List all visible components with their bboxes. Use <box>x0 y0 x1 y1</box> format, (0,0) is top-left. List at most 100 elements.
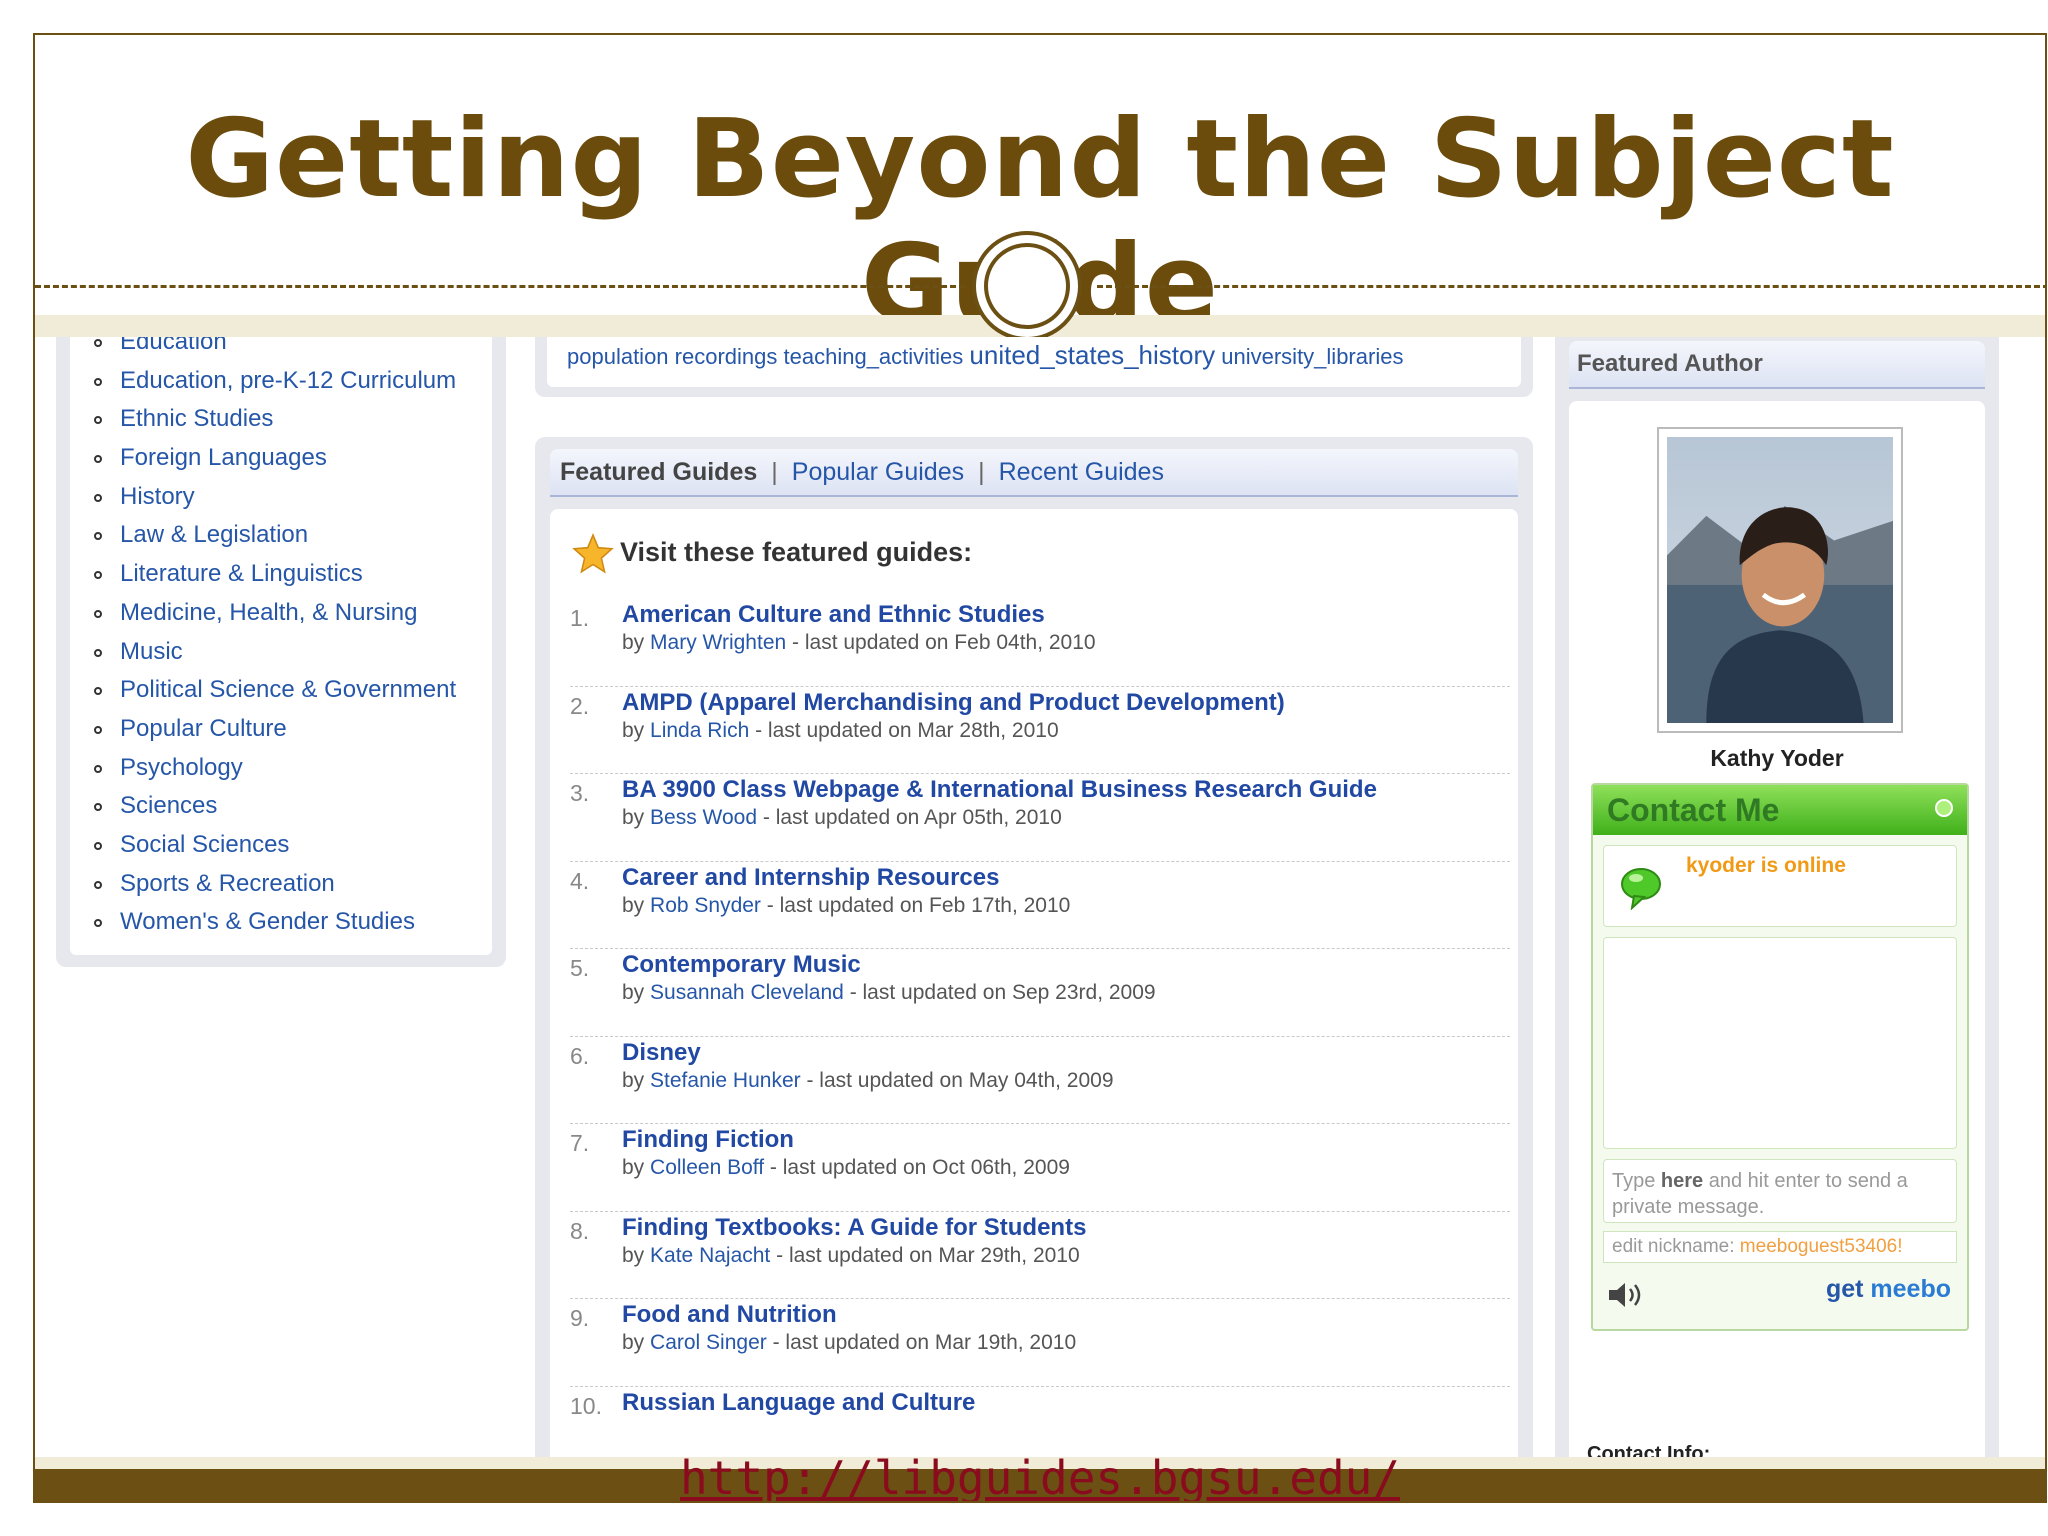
subject-link[interactable]: Women's & Gender Studies <box>90 903 456 942</box>
tag-link[interactable]: teaching_activities <box>784 344 964 369</box>
divider-left <box>35 285 965 288</box>
guide-author-link[interactable]: Rob Snyder <box>650 894 761 917</box>
tab-separator: | <box>771 458 778 486</box>
featured-author-body: Kathy Yoder Contact Me kyoder is online <box>1569 401 1985 1457</box>
guide-meta: by Rob Snyder - last updated on Feb 17th… <box>622 894 1070 918</box>
tab-recent-guides[interactable]: Recent Guides <box>999 458 1164 486</box>
get-meebo-get: get <box>1825 1275 1864 1303</box>
subject-link[interactable]: Political Science & Government <box>90 671 456 710</box>
guide-item: 1. American Culture and Ethnic Studies by … <box>570 599 1510 687</box>
tab-popular-guides[interactable]: Popular Guides <box>792 458 964 486</box>
subject-link[interactable]: Medicine, Health, & Nursing <box>90 594 456 633</box>
subject-link[interactable]: Social Sciences <box>90 826 456 865</box>
chat-log <box>1603 937 1957 1149</box>
guide-meta: by Linda Rich - last updated on Mar 28th… <box>622 719 1059 743</box>
guide-number: 9. <box>570 1305 590 1331</box>
guide-author-link[interactable]: Colleen Boff <box>650 1156 764 1179</box>
guide-by: by <box>622 718 645 742</box>
guide-number: 10. <box>570 1392 602 1419</box>
guide-by: by <box>622 1243 645 1267</box>
guide-author-link[interactable]: Kate Najacht <box>650 1244 770 1267</box>
featured-heading-text: Visit these featured guides: <box>620 537 973 567</box>
circle-ornament-icon <box>972 231 1082 341</box>
guide-title-link[interactable]: Finding Textbooks: A Guide for Students <box>622 1214 1086 1242</box>
subject-link[interactable]: Ethnic Studies <box>90 400 456 439</box>
guide-meta: by Colleen Boff - last updated on Oct 06… <box>622 1156 1070 1180</box>
subject-link[interactable]: Law & Legislation <box>90 516 456 555</box>
guide-number: 5. <box>570 955 590 981</box>
subject-link[interactable]: Foreign Languages <box>90 439 456 478</box>
guide-item: 6. Disney by Stefanie Hunker - last update… <box>570 1037 1510 1124</box>
guide-title-link[interactable]: Food and Nutrition <box>622 1301 837 1329</box>
guide-list: 1. American Culture and Ethnic Studies by … <box>570 599 1510 1457</box>
nickname-value[interactable]: meeboguest53406! <box>1740 1236 1903 1257</box>
guide-meta: by Mary Wrighten - last updated on Feb 0… <box>622 631 1096 655</box>
guide-title-link[interactable]: BA 3900 Class Webpage & International Bu… <box>622 776 1377 804</box>
guide-title-link[interactable]: Contemporary Music <box>622 951 861 979</box>
guide-by: by <box>622 1331 645 1354</box>
guide-author-link[interactable]: Bess Wood <box>650 806 757 829</box>
input-hint-pre: Type <box>1612 1170 1661 1192</box>
guide-item: 9. Food and Nutrition by Carol Singer - la… <box>570 1299 1510 1387</box>
subject-link[interactable]: Literature & Linguistics <box>90 555 456 594</box>
tag-link[interactable]: united_states_history <box>969 340 1215 370</box>
subject-link[interactable]: Sciences <box>90 787 456 826</box>
guide-updated: - last updated on Mar 28th, 2010 <box>755 718 1059 742</box>
author-photo-frame <box>1657 427 1903 733</box>
message-input[interactable]: Type here and hit enter to send a privat… <box>1603 1159 1957 1223</box>
guide-author-link[interactable]: Mary Wrighten <box>650 631 786 654</box>
guide-meta: by Stefanie Hunker - last updated on May… <box>622 1069 1114 1093</box>
guide-by: by <box>622 981 645 1004</box>
guide-title-link[interactable]: Disney <box>622 1039 701 1067</box>
guide-meta: by Kate Najacht - last updated on Mar 29… <box>622 1244 1080 1268</box>
subject-link[interactable]: Psychology <box>90 749 456 788</box>
subject-link[interactable]: Music <box>90 633 456 672</box>
guide-updated: - last updated on Oct 06th, 2009 <box>769 1156 1070 1179</box>
subject-link[interactable]: Education <box>90 337 456 362</box>
guide-updated: - last updated on Mar 29th, 2010 <box>776 1243 1080 1267</box>
tag-cloud: population recordings teaching_activitie… <box>547 337 1521 387</box>
guide-by: by <box>622 806 645 829</box>
guide-number: 3. <box>570 780 590 806</box>
footer-link[interactable]: http://libguides.bgsu.edu/ <box>680 1451 1400 1501</box>
meebo-header: Contact Me <box>1593 785 1967 835</box>
get-meebo-link[interactable]: get meebo <box>1826 1275 1951 1304</box>
guide-author-link[interactable]: Linda Rich <box>650 719 749 742</box>
guide-author-link[interactable]: Stefanie Hunker <box>650 1069 801 1092</box>
subject-link[interactable]: History <box>90 478 456 517</box>
tag-cloud-panel: population recordings teaching_activitie… <box>535 337 1533 397</box>
tab-featured-guides[interactable]: Featured Guides <box>560 458 757 486</box>
guide-updated: - last updated on Feb 04th, 2010 <box>792 631 1096 654</box>
guide-by: by <box>622 893 645 917</box>
guide-by: by <box>622 631 645 654</box>
meebo-status: kyoder is online <box>1603 845 1957 927</box>
subject-link[interactable]: Sports & Recreation <box>90 865 456 904</box>
subject-panel: Education Education, pre-K-12 Curriculum E… <box>56 337 506 967</box>
guide-author-link[interactable]: Carol Singer <box>650 1331 767 1354</box>
featured-author-header: Featured Author <box>1569 341 1985 389</box>
featured-author-panel: Featured Author Kathy Yoder Contact Me k… <box>1555 337 1999 1457</box>
guide-title-link[interactable]: Russian Language and Culture <box>622 1389 975 1417</box>
guide-title-link[interactable]: AMPD (Apparel Merchandising and Product … <box>622 689 1285 717</box>
tag-link[interactable]: recordings <box>675 344 778 369</box>
status-text: kyoder is online <box>1686 854 1846 877</box>
nickname-field[interactable]: edit nickname: meeboguest53406! <box>1603 1231 1957 1263</box>
guide-number: 4. <box>570 867 590 894</box>
guide-item: 8. Finding Textbooks: A Guide for Student… <box>570 1212 1510 1299</box>
tag-link[interactable]: university_libraries <box>1221 344 1403 369</box>
guide-title-link[interactable]: American Culture and Ethnic Studies <box>622 601 1045 629</box>
subject-link[interactable]: Education, pre-K-12 Curriculum <box>90 362 456 401</box>
guide-number: 7. <box>570 1130 590 1156</box>
subject-panel-body: Education Education, pre-K-12 Curriculum E… <box>70 337 492 955</box>
tag-link[interactable]: population <box>567 344 669 369</box>
guide-updated: - last updated on May 04th, 2009 <box>806 1068 1114 1092</box>
guide-title-link[interactable]: Finding Fiction <box>622 1126 794 1154</box>
guide-updated: - last updated on Feb 17th, 2010 <box>766 893 1071 917</box>
footer: http://libguides.bgsu.edu/ <box>35 1451 2045 1501</box>
guide-author-link[interactable]: Susannah Cleveland <box>650 981 844 1004</box>
speaker-icon[interactable] <box>1607 1279 1647 1311</box>
subject-list: Education Education, pre-K-12 Curriculum E… <box>90 337 456 942</box>
online-indicator-icon <box>1935 799 1953 817</box>
subject-link[interactable]: Popular Culture <box>90 710 456 749</box>
guide-title-link[interactable]: Career and Internship Resources <box>622 864 999 892</box>
